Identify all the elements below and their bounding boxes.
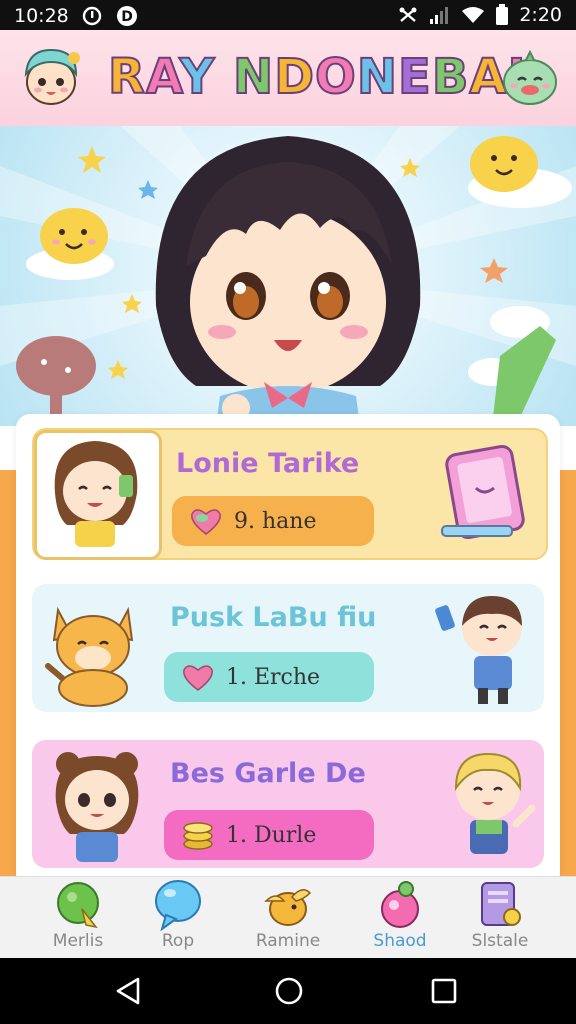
wifi-icon: [461, 5, 485, 25]
status-time-right: 2:20: [519, 4, 562, 26]
status-time-left: 10:28: [14, 5, 69, 27]
app-title: RAY NDONEBAI: [107, 48, 526, 106]
smiley-sun-icon: [40, 208, 108, 264]
side-accent-left: [0, 470, 16, 880]
signal-icon: [429, 5, 451, 25]
phone-gift-icon: [438, 444, 528, 548]
chibi-bear-girl-thumbnail: [42, 742, 152, 870]
app-header: RAY NDONEBAI: [0, 30, 576, 126]
hero-banner: [0, 126, 576, 426]
green-leaf-icon: [57, 882, 99, 929]
heart-icon: [191, 509, 221, 535]
nav-item-slstale[interactable]: Slstale: [450, 877, 550, 959]
coin-stack-icon: [183, 822, 213, 850]
chat-bubble-icon: [155, 880, 201, 931]
home-circle-icon[interactable]: [274, 976, 304, 1010]
list-item[interactable]: Pusk LaBu fiu 1. Erche: [32, 584, 544, 712]
notepad-icon: [481, 882, 521, 926]
status-bar: 10:28 D 2:20: [0, 0, 576, 30]
smiley-cloud-icon: [470, 136, 538, 192]
heart-icon: [183, 665, 213, 691]
nav-item-rop[interactable]: Rop: [128, 877, 228, 959]
chibi-blonde-boy-thumbnail: [432, 746, 542, 870]
side-accent-right: [560, 470, 576, 880]
chibi-boy-phone-thumbnail: [430, 588, 540, 714]
back-triangle-icon[interactable]: [114, 976, 142, 1010]
status-pill[interactable]: 9. hane: [172, 496, 374, 546]
bird-icon: [264, 889, 312, 926]
nav-item-merlis[interactable]: Merlis: [28, 877, 128, 959]
recents-square-icon[interactable]: [430, 976, 458, 1010]
row-title: Bes Garle De: [170, 758, 366, 789]
system-navigation-bar: [0, 958, 576, 1024]
chibi-avatar-icon[interactable]: [18, 44, 84, 110]
svg-text:D: D: [121, 9, 133, 25]
vibrate-icon: [397, 5, 419, 25]
bottom-navigation: Merlis Rop Ramine Shaod Slstale: [0, 876, 576, 959]
chibi-girl-thumbnail: [34, 430, 162, 560]
hero-illustration: [0, 126, 576, 426]
row-title: Pusk LaBu fiu: [170, 602, 377, 633]
list-item[interactable]: Lonie Tarike 9. hane: [32, 428, 548, 560]
shiba-dog-thumbnail: [38, 590, 148, 712]
row-title: Lonie Tarike: [176, 448, 360, 479]
friends-list: Lonie Tarike 9. hane Pusk LaBu fiu 1. Er…: [16, 414, 560, 884]
battery-icon: [495, 4, 509, 26]
status-pill[interactable]: 1. Erche: [164, 652, 374, 702]
notification-badge-icon: D: [115, 4, 139, 28]
nav-item-ramine[interactable]: Ramine: [238, 877, 338, 959]
bomb-icon: [381, 881, 419, 928]
alarm-icon: [81, 5, 103, 27]
status-pill[interactable]: 1. Durle: [164, 810, 374, 860]
list-item[interactable]: Bes Garle De 1. Durle: [32, 740, 544, 868]
nav-item-shaod[interactable]: Shaod: [350, 877, 450, 959]
dino-mascot-icon[interactable]: [500, 48, 560, 108]
